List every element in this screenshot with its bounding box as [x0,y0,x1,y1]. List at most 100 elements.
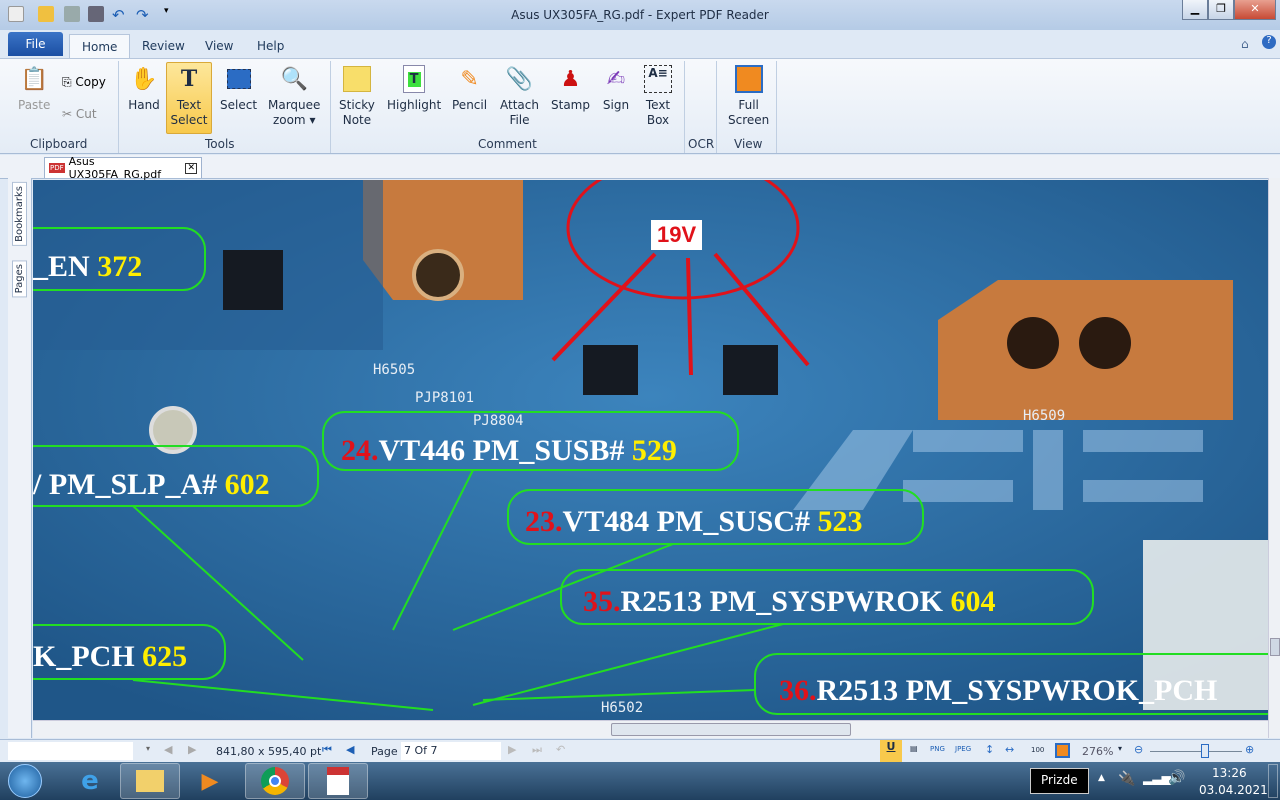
side-panel: Bookmarks Pages [8,178,32,738]
first-page-icon[interactable]: ⏮ [322,743,332,757]
fit-height-icon[interactable]: ↕ [985,743,994,756]
paperclip-icon: 📎 [505,66,534,92]
page-input[interactable]: 7 Of 7 [401,742,501,760]
pencil-button[interactable]: ✎ Pencil [452,63,487,113]
search-box[interactable] [8,742,133,760]
signal-label: 35.R2513 PM_SYSPWROK 604 [583,585,996,618]
dropdown-icon[interactable]: ▾ [146,744,150,753]
help-icon[interactable]: ? [1262,35,1276,49]
network-signal-icon[interactable]: ▂▃▅ [1143,771,1171,785]
document-icon[interactable]: ▤ [910,744,918,753]
next-result-icon[interactable]: ▶ [188,743,196,756]
group-view: View [734,137,763,151]
screw-hole [412,249,464,301]
select-icon [223,63,255,95]
silkscreen-label: PJ8804 [473,413,524,429]
power-plug-icon[interactable]: 🔌 [1118,771,1135,787]
next-page-icon[interactable]: ▶ [508,743,516,756]
close-tab-icon[interactable]: ✕ [185,162,197,174]
signal-label: / PM_SLP_A# 602 [33,468,270,501]
zoom-slider-thumb[interactable] [1201,744,1210,758]
hand-tool-button[interactable]: ✋ Hand [128,63,160,113]
sticky-note-button[interactable]: Sticky Note [339,63,375,128]
divider [684,61,685,153]
sign-button[interactable]: ✍ Sign [600,63,632,113]
text-select-button[interactable]: T Text Select [166,62,212,134]
tab-view[interactable]: View [193,34,245,58]
maximize-button[interactable]: ❐ [1208,0,1234,20]
fit-width-icon[interactable]: ↔ [1005,743,1014,756]
divider [776,61,777,153]
marquee-zoom-button[interactable]: 🔍 Marquee zoom ▾ [268,63,320,128]
png-export-icon[interactable]: PNG [930,745,945,753]
pdf-reader-taskbar-icon[interactable] [308,763,368,799]
media-player-icon[interactable]: ▶ [180,763,240,799]
actual-size-icon[interactable]: 100 [1031,746,1044,754]
underline-icon[interactable]: U [880,740,902,762]
title-bar: ↶ ↷ ▾ Asus UX305FA_RG.pdf - Expert PDF R… [0,0,1280,30]
tab-help[interactable]: Help [245,34,296,58]
paste-button[interactable]: 📋 Paste [18,63,50,113]
clock-time[interactable]: 13:26 [1212,766,1247,780]
taskbar: e ▶ Prizde ▲ 🔌 ▂▃▅ 🔊 13:26 03.04.2021 [0,762,1280,800]
tooltip: Prizde [1030,768,1089,794]
silkscreen-label: PJP8101 [415,390,475,406]
divider [716,61,717,153]
zoom-in-icon[interactable]: ⊕ [1245,743,1254,756]
fit-page-icon[interactable] [1055,743,1070,758]
select-tool-button[interactable]: Select [220,63,257,113]
stamp-button[interactable]: ♟ Stamp [551,63,590,113]
pages-tab[interactable]: Pages [12,260,27,298]
signal-label: K_PCH 625 [33,640,188,673]
jpeg-export-icon[interactable]: JPEG [955,745,971,753]
zoom-out-icon[interactable]: ⊖ [1134,743,1143,756]
zoom-level[interactable]: 276% [1082,745,1113,758]
ribbon-collapse-icon[interactable]: ⌂ [1241,37,1249,51]
text-box-button[interactable]: A≡ Text Box [642,63,674,128]
signal-label: 23.VT484 PM_SUSC# 523 [525,505,863,538]
zoom-dropdown-icon[interactable]: ▾ [1118,744,1122,753]
attach-file-button[interactable]: 📎 Attach File [500,63,539,128]
pdf-page-view[interactable]: 19V H6505 PJP8101 PJ8804 H6509 H6502 _EN… [33,180,1268,720]
volume-icon[interactable]: 🔊 [1168,770,1185,786]
prev-result-icon[interactable]: ◀ [164,743,172,756]
text-cursor-icon: T [180,65,198,92]
pencil-icon: ✎ [460,66,479,92]
prev-page-icon[interactable]: ◀ [346,743,354,756]
scroll-thumb[interactable] [1270,638,1280,656]
bookmarks-tab[interactable]: Bookmarks [12,182,27,246]
chrome-icon[interactable] [245,763,305,799]
close-button[interactable]: ✕ [1234,0,1276,20]
minimize-button[interactable]: ▁ [1182,0,1208,20]
last-page-icon[interactable]: ⏭ [532,743,542,757]
page-label: Page [371,745,398,758]
tab-home[interactable]: Home [69,34,131,58]
vertical-scrollbar[interactable] [1268,178,1280,738]
zoom-slider[interactable] [1150,751,1242,752]
file-menu[interactable]: File [8,32,63,56]
back-icon[interactable]: ↶ [556,743,565,756]
signal-label: 36.R2513 PM_SYSPWROK_PCH [779,674,1218,707]
show-desktop-button[interactable] [1268,764,1278,798]
silkscreen-label: H6509 [1023,408,1066,424]
copy-button[interactable]: ⎘ Copy [62,75,106,90]
group-ocr: OCR [688,137,715,151]
document-tab[interactable]: PDF Asus UX305FA_RG.pdf ✕ [44,155,202,181]
start-button[interactable] [8,764,42,798]
highlight-button[interactable]: T Highlight [387,63,441,113]
voltage-label: 19V [651,220,703,250]
chip [583,345,638,395]
cut-button[interactable]: ✂ Cut [62,107,97,121]
show-hidden-icons[interactable]: ▲ [1098,773,1105,783]
file-explorer-icon[interactable] [120,763,180,799]
stamp-icon: ♟ [560,66,581,92]
scroll-thumb[interactable] [611,723,851,736]
tab-review[interactable]: Review [130,34,197,58]
internet-explorer-icon[interactable]: e [60,763,120,799]
group-tools: Tools [205,137,235,151]
clock-date[interactable]: 03.04.2021 [1199,783,1268,797]
full-screen-button[interactable]: Full Screen [728,63,769,128]
horizontal-scrollbar[interactable] [33,720,1268,738]
chip [223,250,283,310]
page-size: 841,80 x 595,40 pt [216,745,322,758]
